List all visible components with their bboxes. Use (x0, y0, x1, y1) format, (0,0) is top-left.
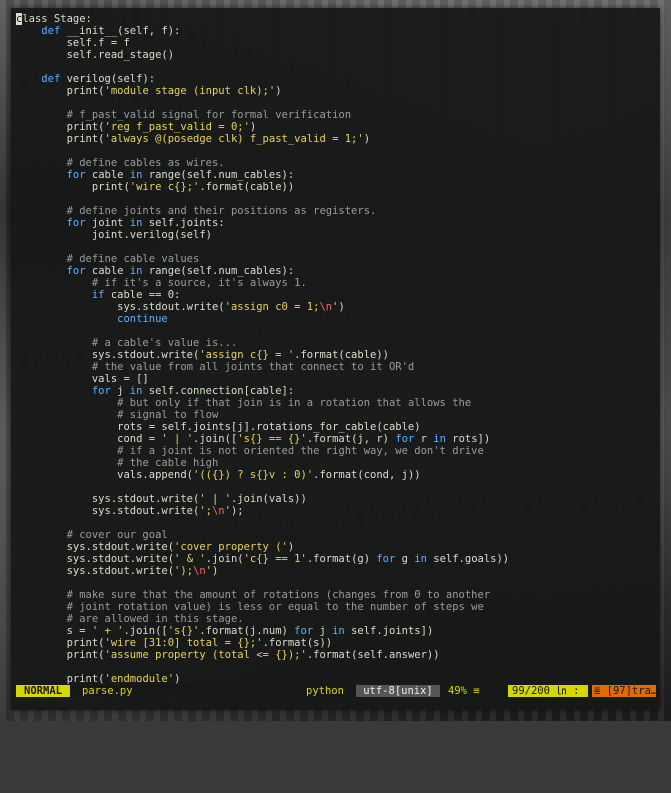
code-line[interactable]: # the cable high (16, 457, 656, 469)
code-line[interactable]: # a cable's value is... (16, 337, 656, 349)
code-line[interactable] (16, 661, 656, 673)
trailing-whitespace-warning: ≣ [97]tra… (592, 685, 658, 697)
scroll-percent: 49% ≡ (448, 685, 480, 697)
code-line[interactable]: # are allowed in this stage. (16, 613, 656, 625)
code-line[interactable]: # define cables as wires. (16, 157, 656, 169)
code-line[interactable]: # make sure that the amount of rotations… (16, 589, 656, 601)
code-line[interactable]: # the value from all joints that connect… (16, 361, 656, 373)
filename-label: parse.py (82, 685, 133, 697)
code-line[interactable]: print('always @(posedge clk) f_past_vali… (16, 133, 656, 145)
code-line[interactable]: self.f = f (16, 37, 656, 49)
code-line[interactable]: if cable == 0: (16, 289, 656, 301)
code-line[interactable]: # cover our goal (16, 529, 656, 541)
code-line[interactable]: continue (16, 313, 656, 325)
code-line[interactable]: sys.stdout.write(';\n'); (16, 505, 656, 517)
code-line[interactable]: print('endmodule') (16, 673, 656, 685)
vim-statusline: NORMAL parse.py python utf-8[unix] 49% ≡… (16, 685, 658, 697)
code-line[interactable]: print('reg f_past_valid = 0;') (16, 121, 656, 133)
code-line[interactable]: sys.stdout.write('assign c0 = 1;\n') (16, 301, 656, 313)
code-line[interactable]: vals = [] (16, 373, 656, 385)
code-line[interactable] (16, 241, 656, 253)
code-line[interactable]: # but only if that join is in a rotation… (16, 397, 656, 409)
code-line[interactable]: def verilog(self): (16, 73, 656, 85)
code-line[interactable]: self.read_stage() (16, 49, 656, 61)
code-line[interactable]: joint.verilog(self) (16, 229, 656, 241)
code-line[interactable] (16, 481, 656, 493)
code-line[interactable] (16, 61, 656, 73)
code-line[interactable]: # signal to flow (16, 409, 656, 421)
code-line[interactable]: # define cable values (16, 253, 656, 265)
code-line[interactable]: # if it's a source, it's always 1. (16, 277, 656, 289)
code-line[interactable] (16, 517, 656, 529)
code-line[interactable]: for cable in range(self.num_cables): (16, 169, 656, 181)
code-line[interactable]: sys.stdout.write(');\n') (16, 565, 656, 577)
code-line[interactable]: for cable in range(self.num_cables): (16, 265, 656, 277)
code-line[interactable]: sys.stdout.write(' | '.join(vals)) (16, 493, 656, 505)
code-line[interactable]: sys.stdout.write('cover property (') (16, 541, 656, 553)
code-line[interactable] (16, 577, 656, 589)
encoding-label: utf-8[unix] (356, 685, 440, 697)
code-line[interactable]: # f_past_valid signal for formal verific… (16, 109, 656, 121)
code-line[interactable]: sys.stdout.write('assign c{} = '.format(… (16, 349, 656, 361)
code-line[interactable]: s = ' + '.join(['s{}'.format(j.num) for … (16, 625, 656, 637)
code-line[interactable] (16, 193, 656, 205)
filetype-label: python (306, 685, 344, 697)
code-line[interactable]: rots = self.joints[j].rotations_for_cabl… (16, 421, 656, 433)
code-line[interactable]: for joint in self.joints: (16, 217, 656, 229)
code-line[interactable]: print('wire c{};'.format(cable)) (16, 181, 656, 193)
code-line[interactable] (16, 325, 656, 337)
code-line[interactable]: def __init__(self, f): (16, 25, 656, 37)
code-line[interactable]: sys.stdout.write(' & '.join('c{} == 1'.f… (16, 553, 656, 565)
code-line[interactable]: for j in self.connection[cable]: (16, 385, 656, 397)
code-line[interactable]: print('wire [31:0] total = {};'.format(s… (16, 637, 656, 649)
code-line[interactable]: vals.append('(({}) ? s{}v : 0)'.format(c… (16, 469, 656, 481)
terminal-window[interactable]: class Stage: def __init__(self, f): self… (11, 8, 660, 710)
code-line[interactable] (16, 145, 656, 157)
code-line[interactable]: # define joints and their positions as r… (16, 205, 656, 217)
mode-indicator: NORMAL (16, 685, 70, 697)
code-line[interactable]: # if a joint is not oriented the right w… (16, 445, 656, 457)
code-editor[interactable]: class Stage: def __init__(self, f): self… (16, 13, 656, 685)
cursor-position: 99/200 ㏑ : 1 (508, 685, 598, 697)
code-line[interactable]: print('assume property (total <= {});'.f… (16, 649, 656, 661)
code-line[interactable]: # joint rotation value) is less or equal… (16, 601, 656, 613)
text-cursor: c (16, 13, 23, 25)
code-line[interactable]: cond = ' | '.join(['s{} == {}'.format(j,… (16, 433, 656, 445)
code-line[interactable]: print('module stage (input clk);') (16, 85, 656, 97)
code-line[interactable] (16, 97, 656, 109)
code-line[interactable]: class Stage: (16, 13, 656, 25)
